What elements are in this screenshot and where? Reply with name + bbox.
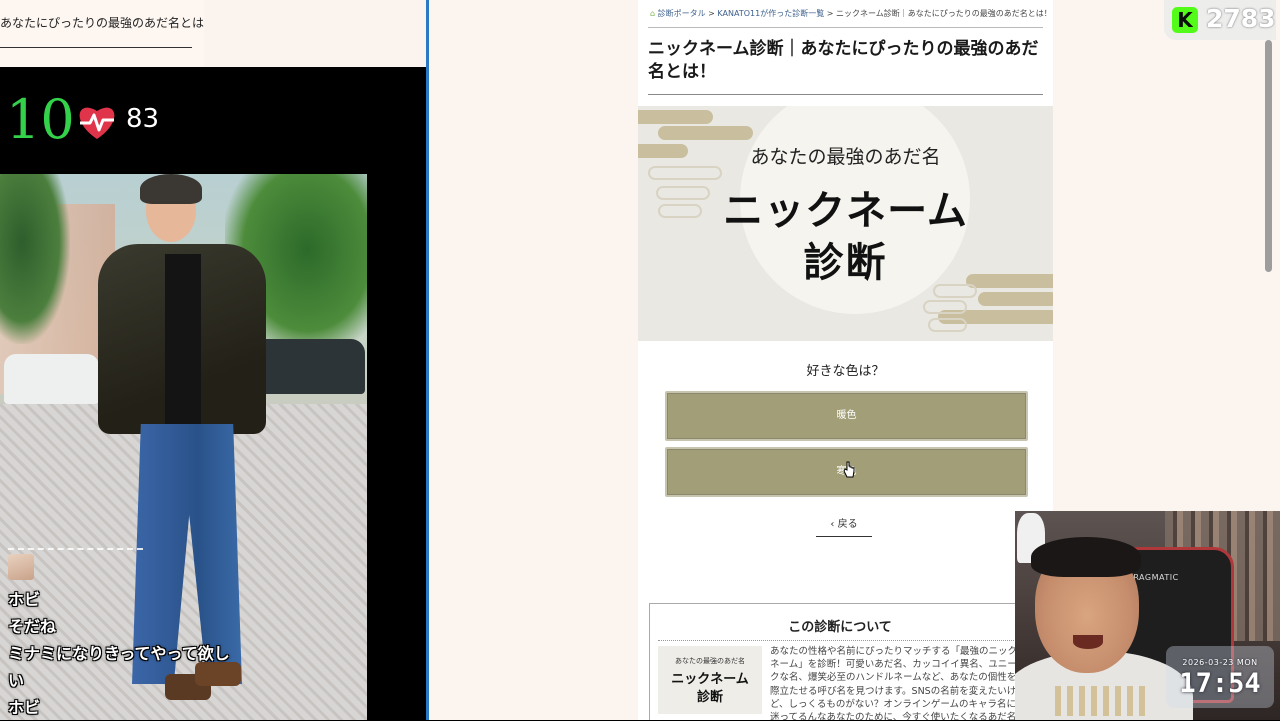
hero-banner: あなたの最強のあだ名 ニックネーム 診断 (638, 106, 1053, 341)
back-label: 戻る (837, 519, 858, 530)
hero-cloud-pattern (638, 110, 713, 124)
left-page-title: あなたにぴったりの最強のあだ名とは！ (0, 16, 217, 30)
about-title: この診断について (788, 620, 892, 635)
chat-avatar (8, 554, 34, 580)
chat-message: ミナミになりきってやって欲し (8, 644, 230, 663)
photo-shirt (165, 254, 201, 424)
thumb-subtitle: あなたの最強のあだ名 (675, 657, 745, 665)
about-thumbnail: あなたの最強のあだ名 ニックネーム 診断 (658, 646, 762, 714)
streamer-hair (1031, 537, 1141, 577)
thumb-title-line1: ニックネーム (671, 672, 749, 687)
clock-overlay: 2026-03-23 MON 17:54 (1166, 646, 1274, 708)
breadcrumb-current: ニックネーム診断｜あなたにぴったりの最強のあだ名とは！ (836, 9, 1052, 18)
chat-message: い (8, 671, 25, 690)
breadcrumb: ⌂ 診断ポータル > KANATO11が作った診断一覧 > ニックネーム診断｜あ… (650, 8, 1052, 19)
home-icon[interactable]: ⌂ (650, 9, 655, 18)
photo-dark-car (250, 339, 365, 394)
kick-logo-icon: K (1172, 7, 1198, 33)
photo-white-car (4, 354, 99, 404)
left-browser-fragment: あなたにぴったりの最強のあだ名とは！ (0, 0, 426, 67)
heart-rate-icon (79, 107, 115, 139)
about-description: あなたの性格や名前にぴったりマッチする「最強のニックネーム」を診断！可愛いあだ名… (770, 646, 1018, 720)
left-title-rule (0, 47, 192, 48)
back-button[interactable]: ‹ 戻る (816, 515, 872, 537)
viewer-count-badge: K 2783 (1164, 0, 1276, 40)
clock-date: 2026-03-23 MON (1182, 658, 1258, 667)
chat-message: ホビ (8, 590, 41, 609)
diagnosis-page: ⌂ 診断ポータル > KANATO11が作った診断一覧 > ニックネーム診断｜あ… (638, 0, 1053, 720)
about-section: この診断について あなたの最強のあだ名 ニックネーム 診断 あなたの性格や名前に… (649, 603, 1031, 720)
about-divider (658, 640, 1022, 641)
kick-logo-letter: K (1177, 8, 1193, 32)
hero-title-line1: ニックネーム (723, 187, 968, 234)
hero-cloud-pattern (928, 318, 967, 332)
answer-button-warm[interactable]: 暖色 (665, 391, 1028, 441)
counter-number: 10 (6, 88, 75, 151)
question-text: 好きな色は？ (806, 364, 885, 379)
chat-separator (8, 548, 143, 550)
clock-time: 17:54 (1179, 668, 1261, 699)
thumb-title-line2: 診断 (696, 690, 723, 705)
heart-rate-value: 83 (126, 104, 160, 134)
left-page-shade (204, 0, 426, 67)
page-title: ニックネーム診断｜あなたにぴったりの最強のあだ名とは！ (648, 39, 1039, 82)
breadcrumb-parent[interactable]: KANATO11が作った診断一覧 (717, 9, 824, 18)
photo-hair (140, 174, 202, 204)
chat-message: そだね (8, 617, 57, 636)
streamer-mouth (1073, 635, 1103, 649)
page-scrollbar[interactable] (1265, 40, 1272, 272)
breadcrumb-home[interactable]: 診断ポータル (658, 9, 706, 18)
chevron-left-icon: ‹ (830, 519, 835, 530)
chat-overlay: ホビ そだね ミナミになりきってやって欲し い ホビ (8, 548, 308, 721)
breadcrumb-separator: > (708, 9, 715, 18)
chat-message: ホビ (8, 698, 41, 717)
hero-cloud-pattern (978, 292, 1053, 306)
breadcrumb-separator: > (826, 9, 834, 18)
title-top-rule (648, 27, 1043, 28)
hero-cloud-pattern (658, 126, 753, 140)
hero-subtitle: あなたの最強のあだ名 (750, 146, 941, 168)
photo-tree-left (0, 174, 70, 344)
hand-cursor-icon (843, 461, 855, 478)
hero-cloud-pattern (923, 300, 967, 314)
title-bottom-rule (648, 94, 1043, 95)
hero-title-line2: 診断 (803, 239, 888, 286)
shirt-print (1055, 686, 1145, 716)
viewer-count: 2783 (1206, 4, 1276, 33)
